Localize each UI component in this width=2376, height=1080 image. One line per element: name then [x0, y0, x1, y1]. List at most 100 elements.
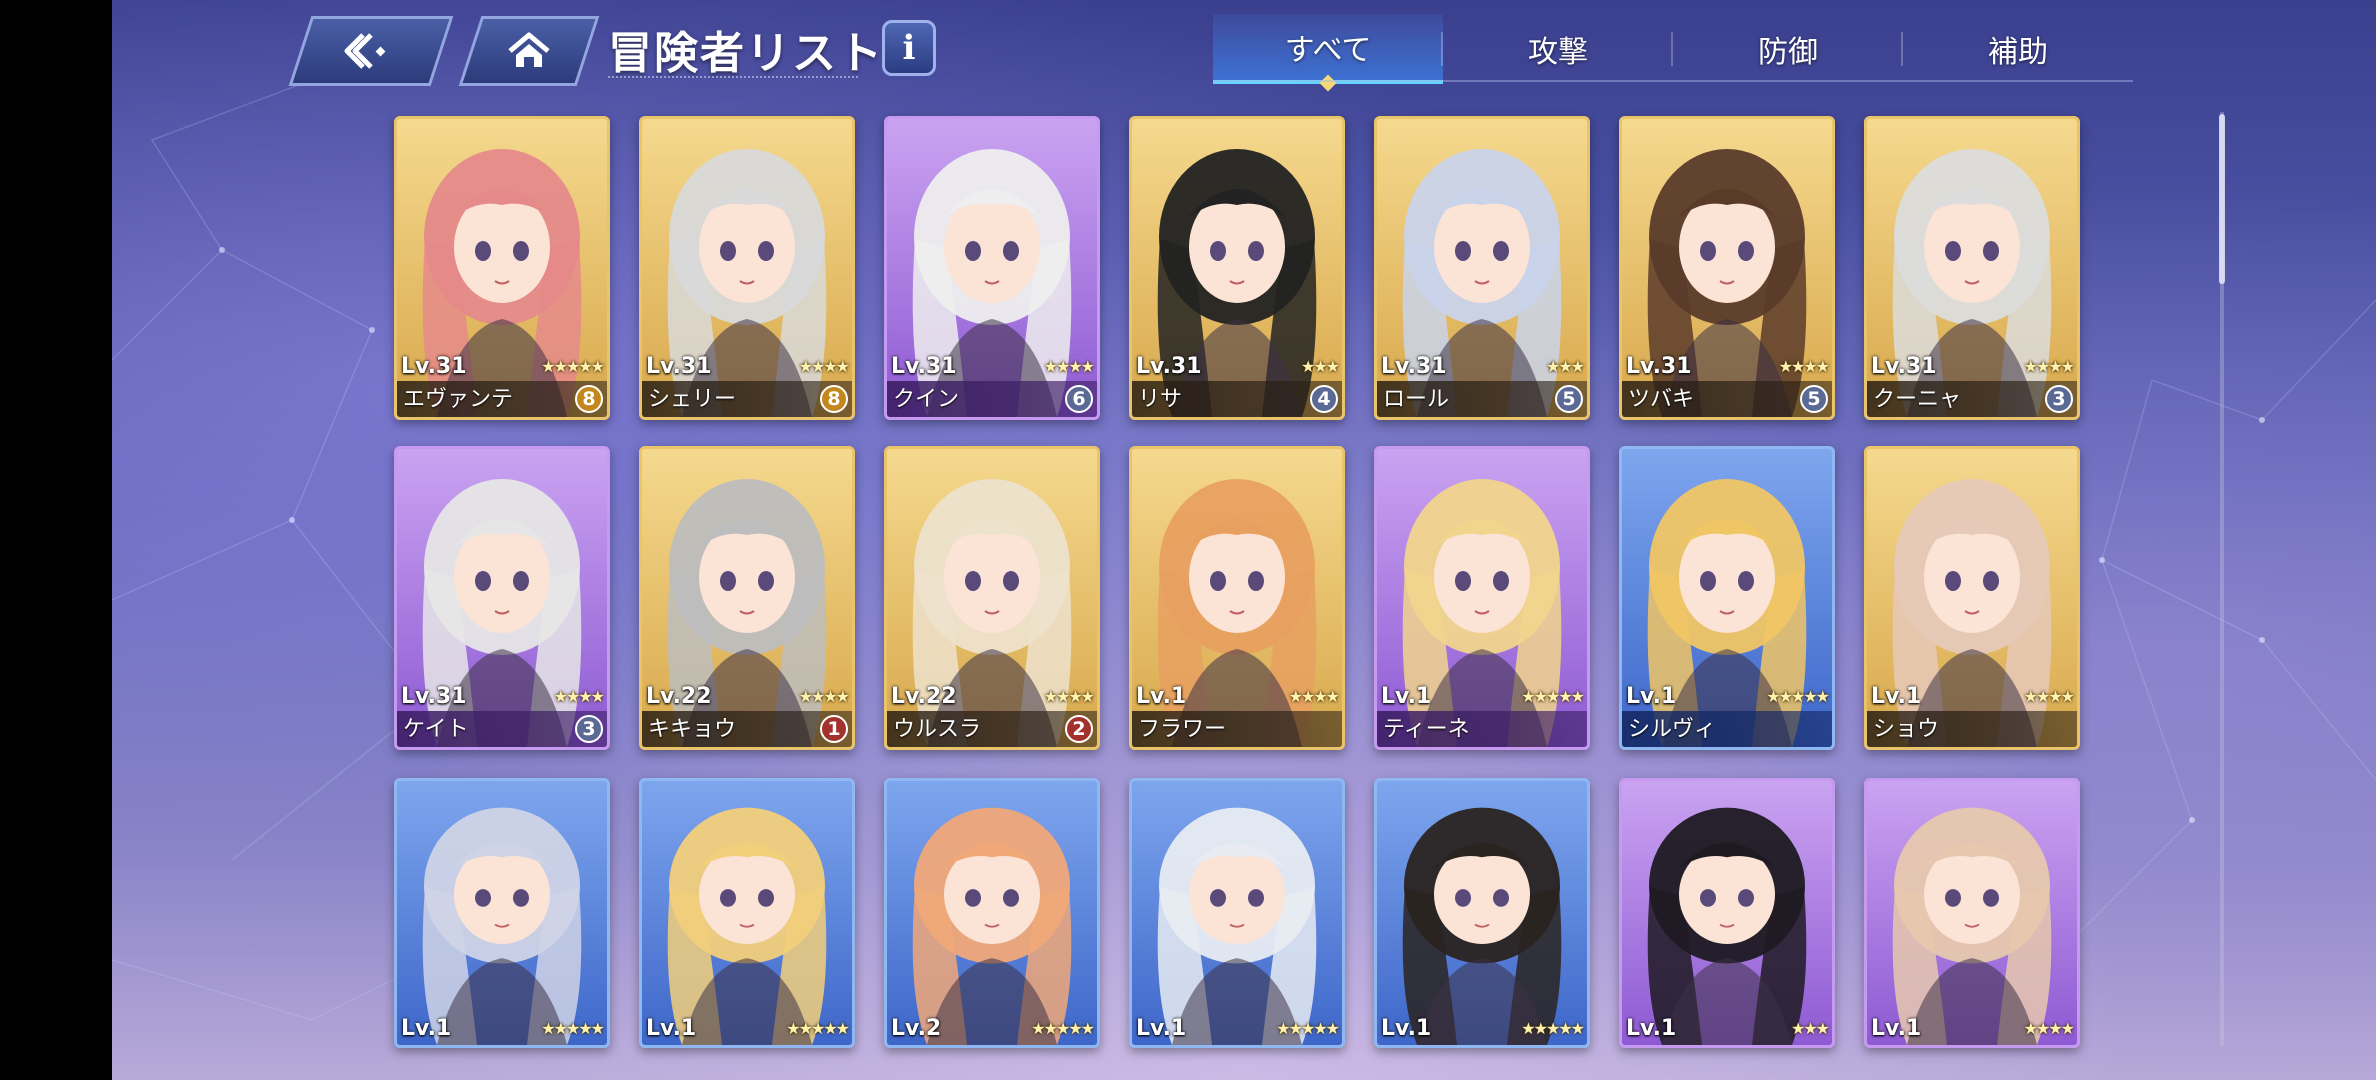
adventurer-card[interactable]: Lv.1 ★★★★ ショウ [1864, 446, 2080, 750]
adventurer-card[interactable]: Lv.22 ★★★★ キキョウ 1 [639, 446, 855, 750]
adventurer-card[interactable]: Lv.1 ★★★★★ [1129, 778, 1345, 1048]
level-label: Lv.22 [646, 684, 712, 709]
adventurer-name: ツバキ [1628, 387, 1695, 412]
level-label: Lv.1 [1626, 1016, 1677, 1041]
level-label: Lv.31 [1136, 354, 1202, 379]
level-label: Lv.22 [891, 684, 957, 709]
level-label: Lv.1 [646, 1016, 697, 1041]
level-label: Lv.31 [1626, 354, 1692, 379]
character-portrait [422, 807, 582, 1045]
star-rating: ★★★★★ [1766, 687, 1830, 706]
adventurer-name: エヴァンテ [403, 387, 514, 412]
level-label: Lv.1 [1626, 684, 1677, 709]
game-screen: 冒険者リスト i すべて 攻撃 防御 補助 Lv.31 ★★★★★ エヴァンテ 8 Lv… [112, 0, 2376, 1080]
star-rating: ★★★ [1545, 357, 1585, 376]
adventurer-card[interactable]: Lv.1 ★★★★★ [1374, 778, 1590, 1048]
level-label: Lv.1 [1136, 684, 1187, 709]
adventurer-card[interactable]: Lv.2 ★★★★★ [884, 778, 1100, 1048]
adventurer-card[interactable]: Lv.31 ★★★★ クーニャ 3 [1864, 116, 2080, 420]
adventurer-card[interactable]: Lv.31 ★★★★ ケイト 3 [394, 446, 610, 750]
adventurer-name: シルヴィ [1628, 717, 1717, 742]
star-rating: ★★★★ [2023, 1019, 2075, 1038]
adventurer-card[interactable]: Lv.31 ★★★★ シェリー 8 [639, 116, 855, 420]
limit-break-badge: 3 [575, 715, 603, 743]
limit-break-badge: 1 [820, 715, 848, 743]
adventurer-name: キキョウ [648, 717, 737, 742]
limit-break-badge: 5 [1800, 385, 1828, 413]
level-label: Lv.1 [1871, 684, 1922, 709]
level-label: Lv.31 [1871, 354, 1937, 379]
home-button[interactable] [458, 16, 600, 86]
tab-support[interactable]: 補助 [1903, 14, 2133, 84]
level-label: Lv.31 [891, 354, 957, 379]
star-rating: ★★★ [1300, 357, 1340, 376]
adventurer-card[interactable]: Lv.1 ★★★★★ [639, 778, 855, 1048]
adventurer-card[interactable]: Lv.1 ★★★★★ [394, 778, 610, 1048]
adventurer-name: ロール [1383, 387, 1450, 412]
star-rating: ★★★★★ [541, 1019, 605, 1038]
level-label: Lv.1 [1871, 1016, 1922, 1041]
info-button[interactable]: i [882, 20, 936, 76]
adventurer-name: クイン [893, 387, 960, 412]
limit-break-badge: 2 [1065, 715, 1093, 743]
level-label: Lv.31 [1381, 354, 1447, 379]
adventurer-name: ウルスラ [893, 717, 982, 742]
tab-label: 補助 [1988, 35, 2048, 70]
limit-break-badge: 8 [820, 385, 848, 413]
page-title: 冒険者リスト [608, 28, 884, 79]
star-rating: ★★★ [1790, 1019, 1830, 1038]
info-icon: i [902, 28, 916, 68]
tab-divider [1213, 80, 2133, 82]
limit-break-badge: 5 [1555, 385, 1583, 413]
adventurer-card[interactable]: Lv.31 ★★★ ロール 5 [1374, 116, 1590, 420]
adventurer-card[interactable]: Lv.31 ★★★★ クイン 6 [884, 116, 1100, 420]
star-rating: ★★★★★ [786, 1019, 850, 1038]
star-rating: ★★★★ [553, 687, 605, 706]
adventurer-name: ティーネ [1383, 717, 1470, 742]
tab-defense[interactable]: 防御 [1673, 14, 1903, 84]
star-rating: ★★★★ [1043, 357, 1095, 376]
tab-attack[interactable]: 攻撃 [1443, 14, 1673, 84]
adventurer-name: リサ [1138, 387, 1183, 412]
limit-break-badge: 3 [2045, 385, 2073, 413]
adventurer-name: ケイト [403, 717, 469, 742]
adventurer-name: フラワー [1138, 717, 1227, 742]
tab-label: 攻撃 [1528, 35, 1588, 70]
adventurer-card[interactable]: Lv.22 ★★★★ ウルスラ 2 [884, 446, 1100, 750]
character-portrait [1892, 807, 2052, 1045]
star-rating: ★★★★★ [1276, 1019, 1340, 1038]
limit-break-badge: 4 [1310, 385, 1338, 413]
star-rating: ★★★★ [2023, 687, 2075, 706]
adventurer-card[interactable]: Lv.1 ★★★★★ シルヴィ [1619, 446, 1835, 750]
adventurer-card[interactable]: Lv.31 ★★★ リサ 4 [1129, 116, 1345, 420]
level-label: Lv.2 [891, 1016, 942, 1041]
home-icon [508, 32, 550, 67]
tab-label: 防御 [1758, 35, 1818, 70]
star-rating: ★★★★ [1778, 357, 1830, 376]
adventurer-card[interactable]: Lv.31 ★★★★★ エヴァンテ 8 [394, 116, 610, 420]
level-label: Lv.1 [1381, 1016, 1432, 1041]
adventurer-card[interactable]: Lv.1 ★★★★ フラワー [1129, 446, 1345, 750]
limit-break-badge: 6 [1065, 385, 1093, 413]
adventurer-card[interactable]: Lv.1 ★★★★ [1864, 778, 2080, 1048]
adventurer-name: クーニャ [1873, 387, 1962, 412]
star-rating: ★★★★ [1288, 687, 1340, 706]
level-label: Lv.1 [1136, 1016, 1187, 1041]
character-portrait [1157, 807, 1317, 1045]
star-rating: ★★★★★ [1031, 1019, 1095, 1038]
back-button[interactable] [288, 16, 454, 86]
tab-all[interactable]: すべて [1213, 14, 1443, 92]
star-rating: ★★★★ [798, 687, 850, 706]
level-label: Lv.1 [401, 1016, 452, 1041]
filter-tabs: すべて 攻撃 防御 補助 [1213, 14, 2133, 92]
level-label: Lv.31 [401, 354, 467, 379]
adventurer-name: ショウ [1873, 717, 1940, 742]
star-rating: ★★★★ [2023, 357, 2075, 376]
level-label: Lv.1 [1381, 684, 1432, 709]
adventurer-card[interactable]: Lv.1 ★★★ [1619, 778, 1835, 1048]
star-rating: ★★★★★ [1521, 1019, 1585, 1038]
adventurer-card[interactable]: Lv.31 ★★★★ ツバキ 5 [1619, 116, 1835, 420]
adventurer-card[interactable]: Lv.1 ★★★★★ ティーネ [1374, 446, 1590, 750]
star-rating: ★★★★ [798, 357, 850, 376]
scrollbar-thumb[interactable] [2219, 114, 2225, 284]
